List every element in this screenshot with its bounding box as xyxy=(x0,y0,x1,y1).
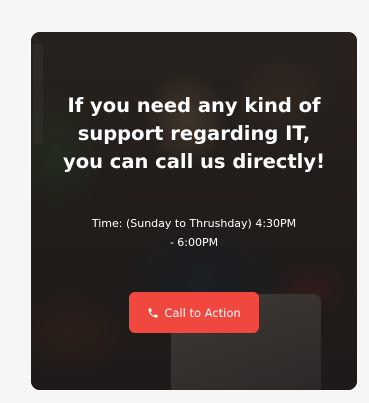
heading-line: If you need any kind of xyxy=(67,94,321,117)
call-to-action-label: Call to Action xyxy=(164,305,241,320)
banner-heading: If you need any kind of support regardin… xyxy=(31,92,357,176)
heading-line: support regarding IT, xyxy=(77,122,311,145)
heading-line: you can call us directly! xyxy=(63,150,325,173)
support-banner-card: If you need any kind of support regardin… xyxy=(31,32,357,390)
page: If you need any kind of support regardin… xyxy=(0,0,369,403)
support-hours: Time: (Sunday to Thrushday) 4:30PM - 6:0… xyxy=(61,214,327,252)
support-hours-line: - 6:00PM xyxy=(169,236,219,249)
dark-overlay xyxy=(31,32,357,390)
phone-icon xyxy=(147,307,159,319)
support-hours-line: Time: (Sunday to Thrushday) 4:30PM xyxy=(91,217,297,230)
call-to-action-button[interactable]: Call to Action xyxy=(129,292,259,333)
